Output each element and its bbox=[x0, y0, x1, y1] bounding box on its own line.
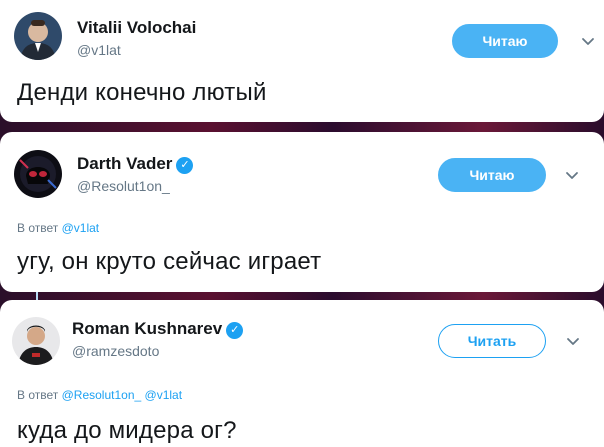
reply-mention[interactable]: @v1lat bbox=[145, 388, 183, 402]
avatar[interactable] bbox=[14, 150, 62, 198]
avatar[interactable] bbox=[12, 317, 60, 365]
verified-badge-icon: ✓ bbox=[176, 157, 194, 174]
chevron-down-icon[interactable] bbox=[564, 167, 580, 183]
author-name-text[interactable]: Roman Kushnarev bbox=[72, 319, 222, 338]
author-name[interactable]: Darth Vader ✓ bbox=[77, 154, 194, 174]
following-button[interactable]: Читаю bbox=[452, 24, 558, 58]
author-name[interactable]: Vitalii Volochai bbox=[77, 18, 196, 38]
reply-mention[interactable]: @Resolut1on_ bbox=[62, 388, 142, 402]
tweet-card-roman[interactable]: Roman Kushnarev ✓ @ramzesdoto Читать В от… bbox=[0, 300, 604, 447]
reply-mention[interactable]: @v1lat bbox=[62, 221, 100, 235]
author-name[interactable]: Roman Kushnarev ✓ bbox=[72, 319, 244, 339]
tweet-card-vitalii[interactable]: Vitalii Volochai @v1lat Читаю Денди коне… bbox=[0, 0, 604, 122]
reply-prefix: В ответ bbox=[17, 388, 59, 402]
follow-button[interactable]: Читать bbox=[438, 324, 546, 358]
reply-context: В ответ @v1lat bbox=[17, 221, 99, 235]
author-handle[interactable]: @v1lat bbox=[77, 42, 121, 58]
author-handle[interactable]: @Resolut1on_ bbox=[77, 178, 170, 194]
thread-line bbox=[36, 292, 38, 300]
chevron-down-icon[interactable] bbox=[565, 333, 581, 349]
tweet-text: угу, он круто сейчас играет bbox=[17, 248, 322, 275]
tweet-text: Денди конечно лютый bbox=[17, 79, 267, 106]
reply-prefix: В ответ bbox=[17, 221, 59, 235]
author-handle[interactable]: @ramzesdoto bbox=[72, 343, 159, 359]
author-name-text[interactable]: Darth Vader bbox=[77, 154, 172, 173]
reply-context: В ответ @Resolut1on_ @v1lat bbox=[17, 388, 182, 402]
chevron-down-icon[interactable] bbox=[580, 33, 596, 49]
verified-badge-icon: ✓ bbox=[226, 322, 244, 339]
avatar[interactable] bbox=[14, 12, 62, 60]
tweet-card-darth-vader[interactable]: Darth Vader ✓ @Resolut1on_ Читаю В ответ … bbox=[0, 132, 604, 292]
following-button[interactable]: Читаю bbox=[438, 158, 546, 192]
tweet-text: куда до мидера ог? bbox=[17, 417, 237, 444]
